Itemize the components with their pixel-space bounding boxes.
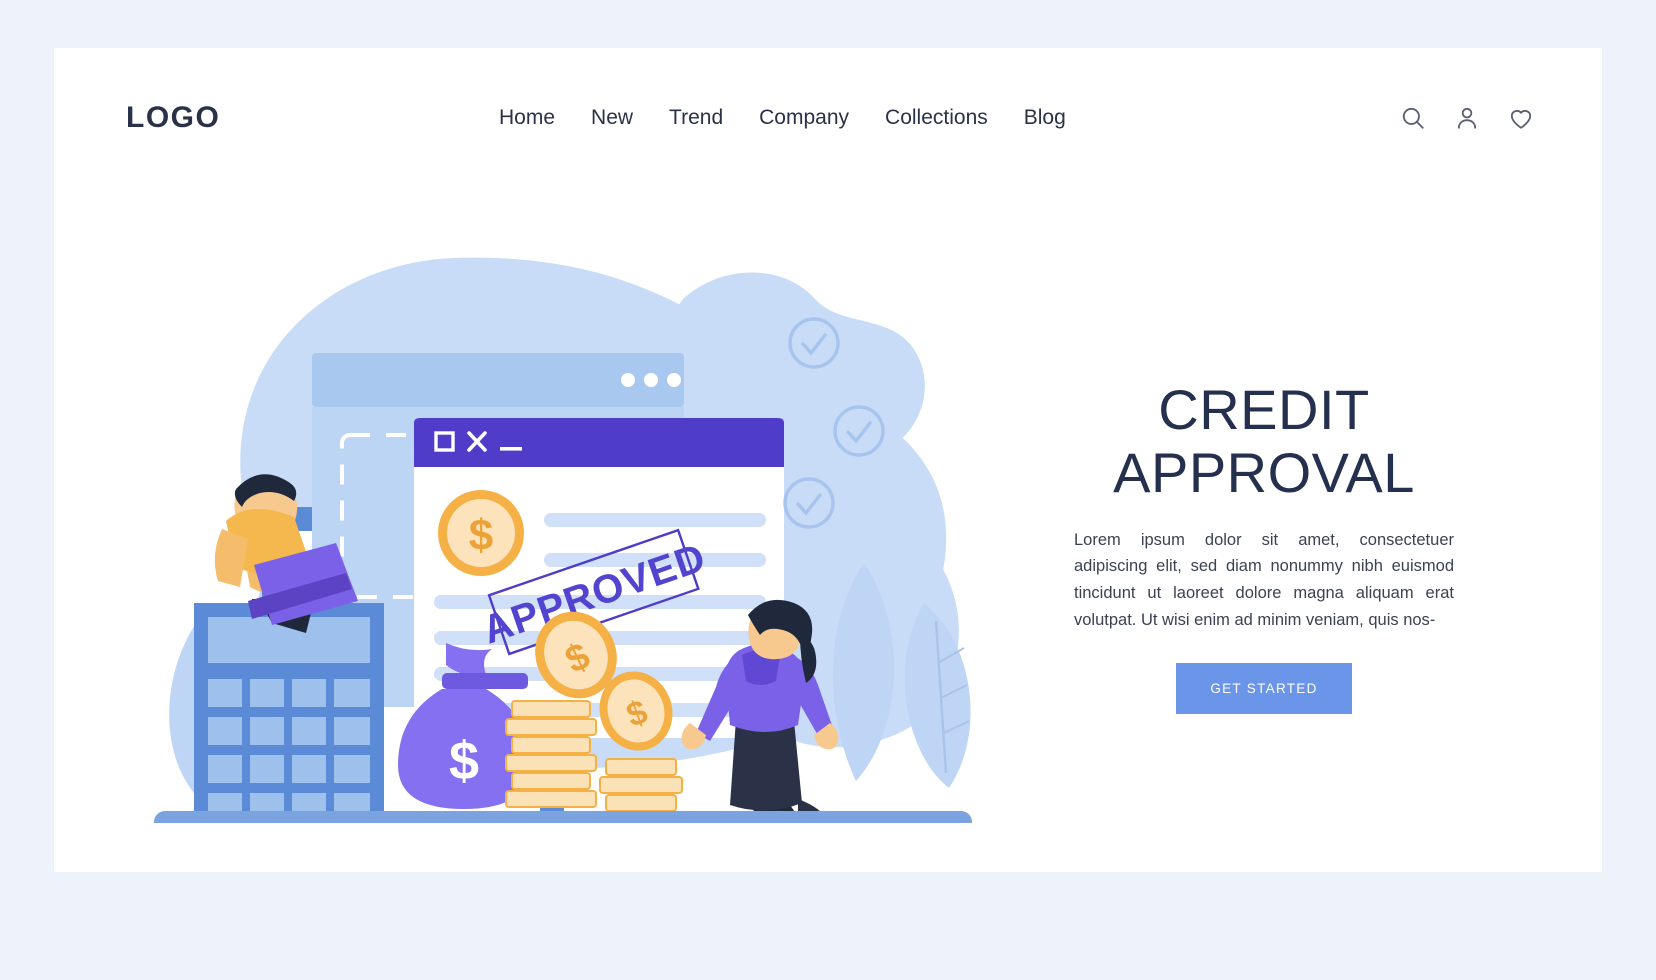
nav-item-collections[interactable]: Collections (885, 106, 988, 130)
hero-illustration: $ APPROVED $ $ $ (124, 203, 1024, 823)
header-actions (1400, 105, 1534, 131)
page-title: CREDIT APPROVAL (1064, 378, 1464, 505)
nav-item-blog[interactable]: Blog (1024, 106, 1066, 130)
svg-text:$: $ (469, 511, 493, 560)
site-logo[interactable]: LOGO (126, 101, 220, 135)
get-started-button[interactable]: GET STARTED (1176, 663, 1352, 715)
main-navigation: Home New Trend Company Collections Blog (499, 106, 1066, 130)
ground-bar (154, 811, 972, 823)
nav-item-company[interactable]: Company (759, 106, 849, 130)
nav-item-trend[interactable]: Trend (669, 106, 723, 130)
landing-page-card: LOGO Home New Trend Company Collections … (54, 48, 1602, 872)
user-icon[interactable] (1454, 105, 1480, 131)
hero-text-panel: CREDIT APPROVAL Lorem ipsum dolor sit am… (1064, 378, 1464, 715)
page-title-line-2: APPROVAL (1113, 441, 1415, 505)
calculator (194, 603, 384, 823)
money-bag-dollar-sign: $ (449, 731, 479, 791)
search-icon[interactable] (1400, 105, 1426, 131)
page-title-line-1: CREDIT (1158, 378, 1370, 441)
hero-paragraph: Lorem ipsum dolor sit amet, consectetuer… (1074, 530, 1454, 629)
window-title-bar (414, 418, 784, 467)
window-minimize-icon (500, 447, 522, 451)
nav-item-home[interactable]: Home (499, 106, 555, 130)
heart-icon[interactable] (1508, 105, 1534, 131)
site-header: LOGO Home New Trend Company Collections … (54, 48, 1602, 188)
nav-item-new[interactable]: New (591, 106, 633, 130)
